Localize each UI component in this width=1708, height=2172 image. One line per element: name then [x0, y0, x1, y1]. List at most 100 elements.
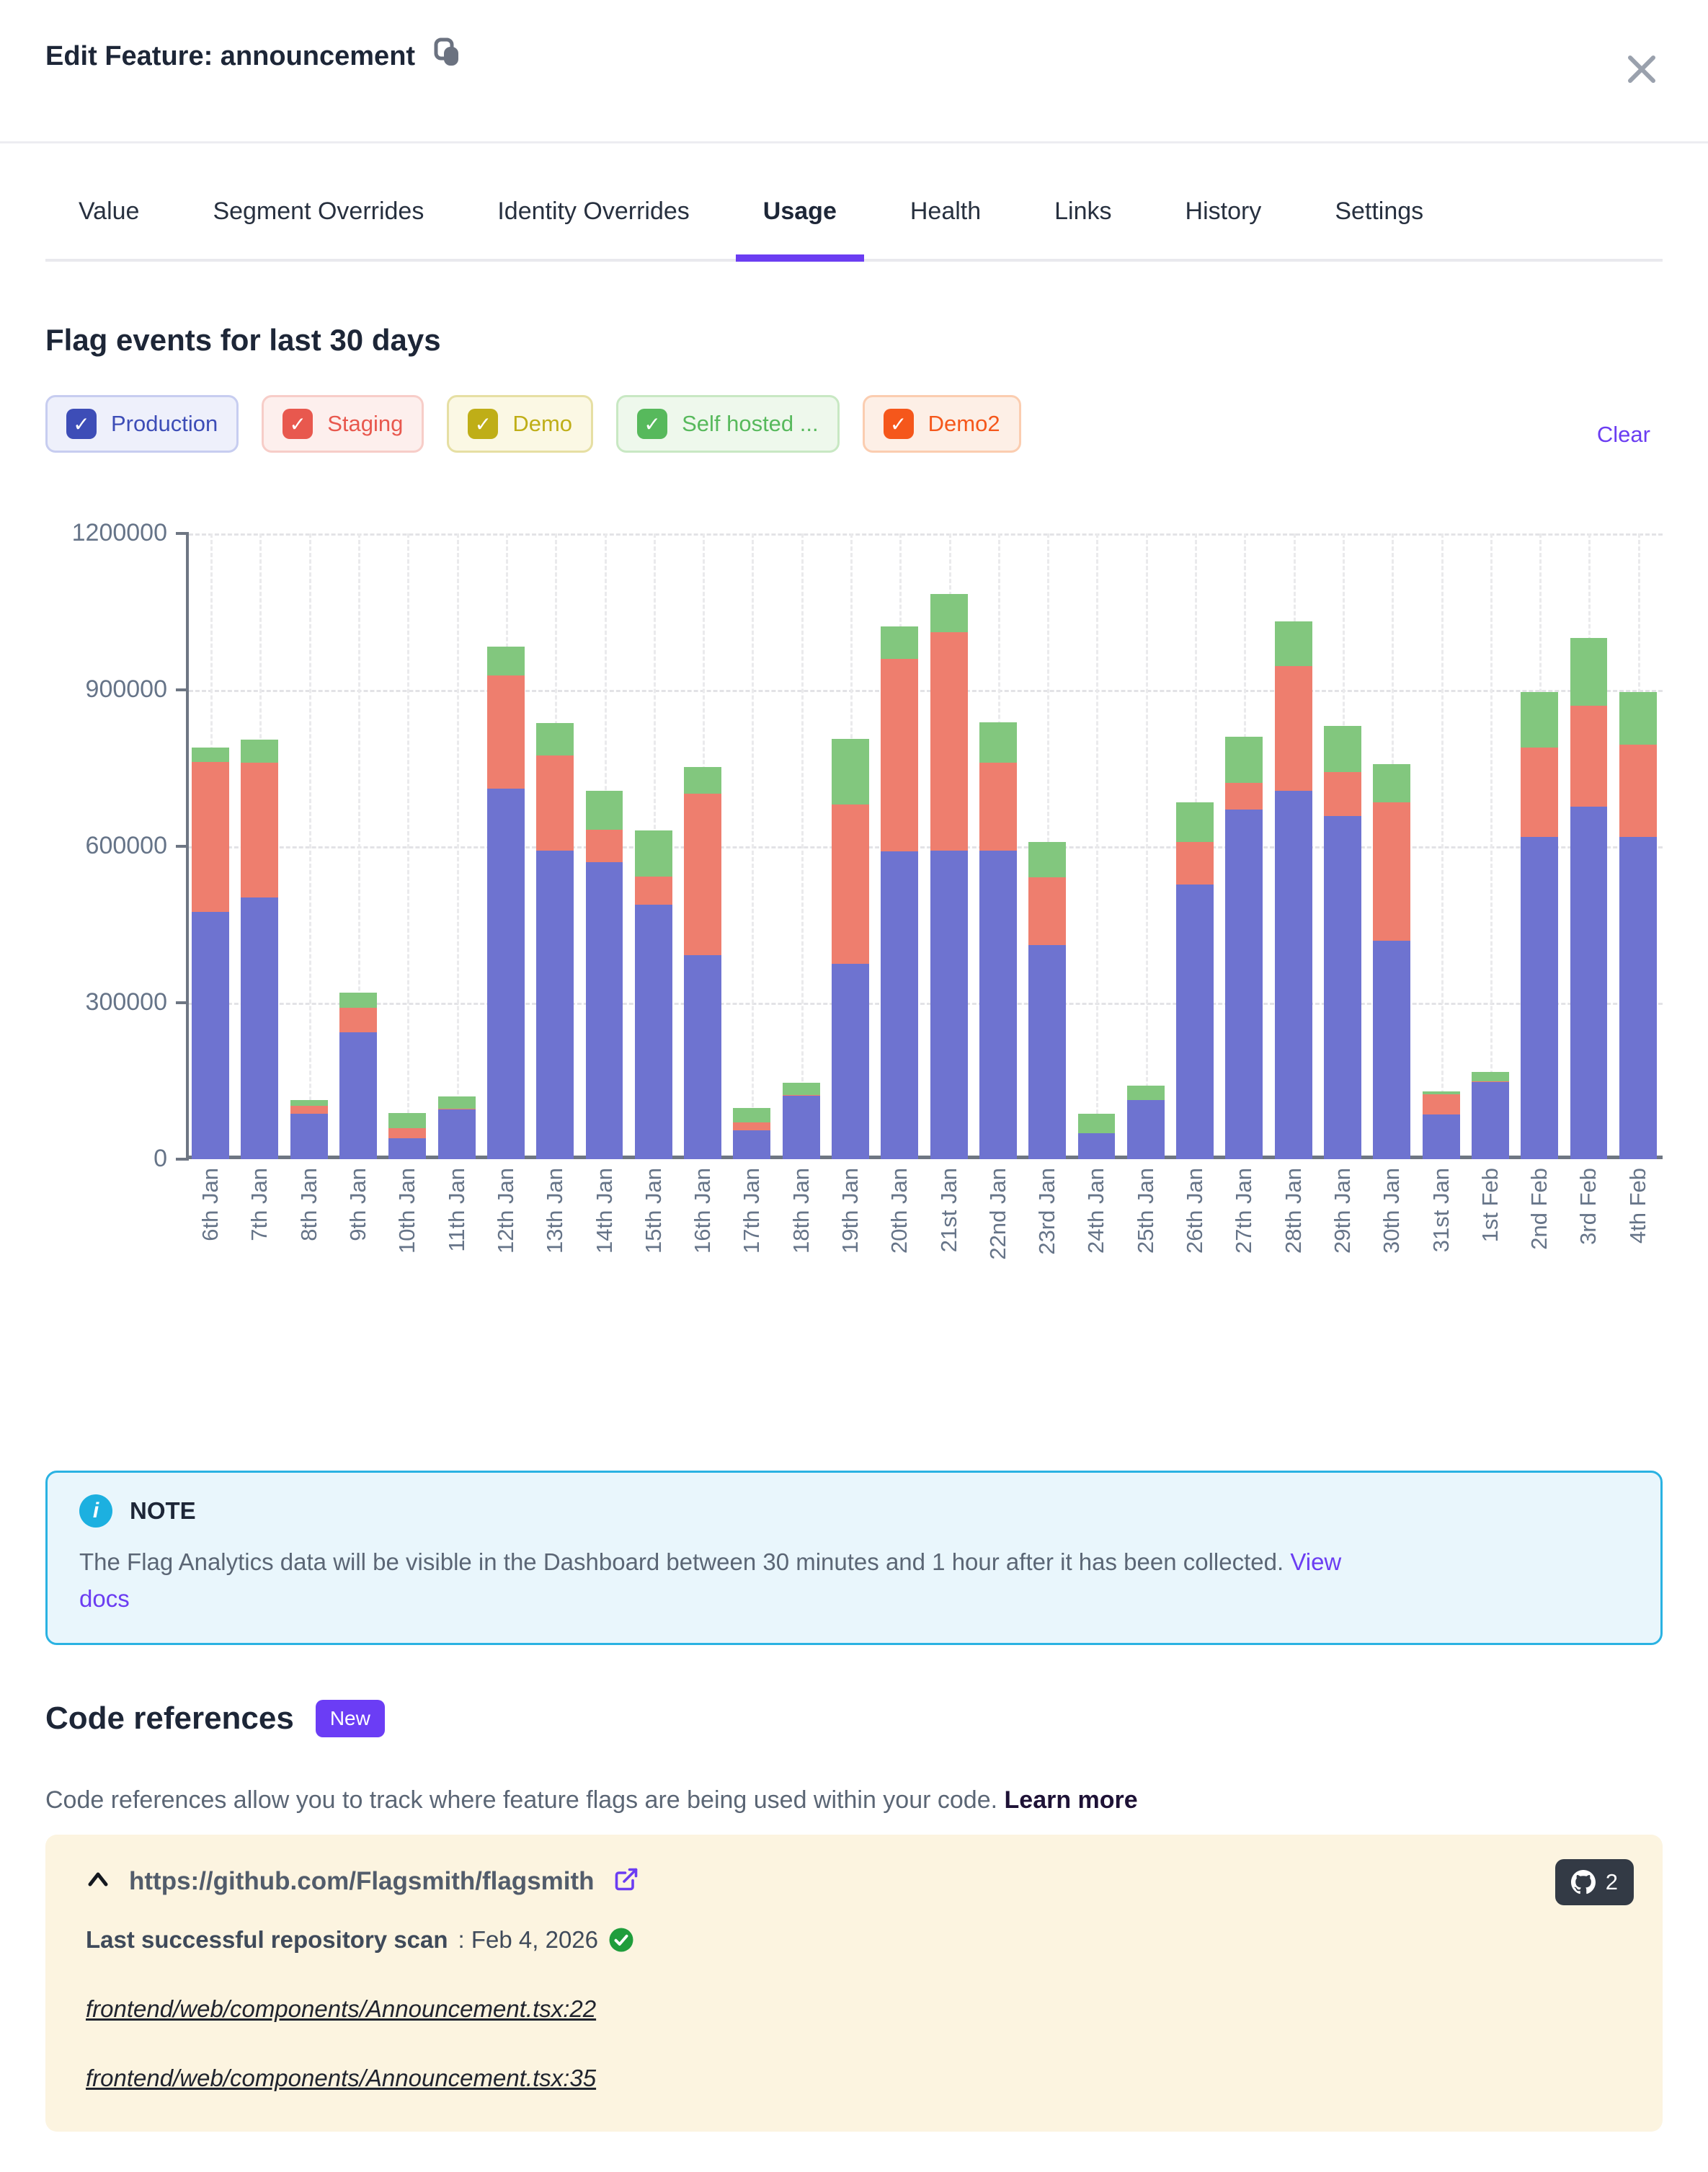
bar-16th-jan[interactable]	[678, 533, 727, 1159]
gridline	[407, 533, 409, 1159]
github-count-badge[interactable]: 2	[1555, 1859, 1634, 1905]
segment-staging	[1176, 842, 1214, 885]
x-axis-label: 24th Jan	[1083, 1168, 1109, 1254]
segment-self-hosted	[1225, 737, 1263, 783]
environment-label: Production	[111, 411, 218, 437]
tab-settings[interactable]: Settings	[1307, 193, 1451, 262]
bar-1st-feb[interactable]	[1466, 533, 1515, 1159]
x-axis-label: 19th Jan	[837, 1168, 863, 1254]
environment-pill-production[interactable]: ✓ Production	[45, 395, 239, 453]
bar-28th-jan[interactable]	[1269, 533, 1318, 1159]
note-title: NOTE	[130, 1497, 196, 1525]
bar-11th-jan[interactable]	[432, 533, 481, 1159]
repo-url-link[interactable]: https://github.com/Flagsmith/flagsmith	[129, 1867, 595, 1896]
bar-21st-jan[interactable]	[924, 533, 973, 1159]
bar-20th-jan[interactable]	[875, 533, 924, 1159]
segment-production	[1324, 816, 1361, 1159]
tab-identity-overrides[interactable]: Identity Overrides	[470, 193, 716, 262]
segment-production	[1225, 810, 1263, 1159]
bar-9th-jan[interactable]	[334, 533, 383, 1159]
close-icon[interactable]	[1623, 50, 1660, 88]
x-axis-label: 26th Jan	[1182, 1168, 1208, 1254]
bar-13th-jan[interactable]	[530, 533, 579, 1159]
checkbox-icon[interactable]: ✓	[884, 409, 914, 439]
chart-bars	[186, 533, 1663, 1159]
tab-value[interactable]: Value	[51, 193, 166, 262]
segment-self-hosted	[1472, 1072, 1509, 1081]
bar-12th-jan[interactable]	[481, 533, 530, 1159]
gridline	[1146, 533, 1148, 1159]
tab-segment-overrides[interactable]: Segment Overrides	[185, 193, 451, 262]
bar-2nd-feb[interactable]	[1515, 533, 1564, 1159]
checkbox-icon[interactable]: ✓	[637, 409, 667, 439]
segment-self-hosted	[635, 830, 672, 877]
segment-production	[536, 851, 574, 1159]
bar-30th-jan[interactable]	[1367, 533, 1416, 1159]
segment-production	[1127, 1100, 1165, 1159]
x-axis-label: 15th Jan	[641, 1168, 667, 1254]
bar-24th-jan[interactable]	[1072, 533, 1121, 1159]
segment-production	[1619, 837, 1657, 1159]
note-box: i NOTE The Flag Analytics data will be v…	[45, 1471, 1663, 1645]
bar-4th-feb[interactable]	[1614, 533, 1663, 1159]
segment-self-hosted	[930, 594, 968, 632]
segment-self-hosted	[881, 626, 918, 660]
bar-17th-jan[interactable]	[727, 533, 776, 1159]
bar-14th-jan[interactable]	[579, 533, 628, 1159]
x-axis-label: 2nd Feb	[1526, 1168, 1552, 1250]
segment-self-hosted	[586, 791, 623, 830]
bar-15th-jan[interactable]	[629, 533, 678, 1159]
bar-19th-jan[interactable]	[826, 533, 875, 1159]
bar-31st-jan[interactable]	[1416, 533, 1465, 1159]
bar-22nd-jan[interactable]	[974, 533, 1023, 1159]
check-circle-icon	[608, 1927, 634, 1953]
bar-25th-jan[interactable]	[1121, 533, 1170, 1159]
bar-26th-jan[interactable]	[1170, 533, 1219, 1159]
y-axis-label: 1200000	[52, 519, 167, 547]
bar-18th-jan[interactable]	[777, 533, 826, 1159]
environment-pill-demo2[interactable]: ✓Demo2	[863, 395, 1021, 453]
segment-self-hosted	[832, 739, 869, 804]
segment-self-hosted	[487, 647, 525, 675]
bar-7th-jan[interactable]	[235, 533, 284, 1159]
code-reference-file-link[interactable]: frontend/web/components/Announcement.tsx…	[86, 2065, 596, 2092]
modal-title-text: Edit Feature: announcement	[45, 41, 415, 72]
bar-6th-jan[interactable]	[186, 533, 235, 1159]
copy-icon[interactable]	[434, 37, 461, 75]
segment-staging	[586, 830, 623, 862]
gridline	[801, 533, 804, 1159]
bar-23rd-jan[interactable]	[1023, 533, 1072, 1159]
x-axis-label: 10th Jan	[394, 1168, 420, 1254]
scan-date: : Feb 4, 2026	[458, 1926, 598, 1954]
x-axis-label: 31st Jan	[1428, 1168, 1454, 1252]
tab-usage[interactable]: Usage	[736, 193, 864, 262]
checkbox-icon[interactable]: ✓	[468, 409, 498, 439]
chevron-up-icon[interactable]	[86, 1870, 110, 1892]
segment-staging	[1619, 745, 1657, 837]
tab-history[interactable]: History	[1158, 193, 1289, 262]
tab-health[interactable]: Health	[883, 193, 1008, 262]
bar-29th-jan[interactable]	[1318, 533, 1367, 1159]
note-text: The Flag Analytics data will be visible …	[79, 1548, 1290, 1575]
learn-more-link[interactable]: Learn more	[1005, 1786, 1138, 1814]
bar-3rd-feb[interactable]	[1564, 533, 1613, 1159]
code-reference-file-link[interactable]: frontend/web/components/Announcement.tsx…	[86, 1995, 596, 2023]
clear-filters-link[interactable]: Clear	[1597, 422, 1650, 448]
segment-staging	[1324, 772, 1361, 816]
segment-staging	[536, 755, 574, 851]
tab-links[interactable]: Links	[1027, 193, 1139, 262]
bar-10th-jan[interactable]	[383, 533, 432, 1159]
checkbox-icon[interactable]: ✓	[283, 409, 313, 439]
code-references-title: Code references	[45, 1701, 294, 1737]
environment-pill-demo[interactable]: ✓Demo	[447, 395, 593, 453]
segment-production	[1275, 791, 1312, 1159]
environment-pill-staging[interactable]: ✓Staging	[262, 395, 424, 453]
external-link-icon[interactable]	[613, 1866, 639, 1896]
bar-27th-jan[interactable]	[1219, 533, 1268, 1159]
environment-pill-self-hosted[interactable]: ✓Self hosted ...	[616, 395, 840, 453]
segment-production	[1570, 807, 1608, 1159]
bar-8th-jan[interactable]	[285, 533, 334, 1159]
checkbox-icon[interactable]: ✓	[66, 409, 97, 439]
x-axis-label: 8th Jan	[296, 1168, 322, 1241]
segment-staging	[1570, 706, 1608, 807]
